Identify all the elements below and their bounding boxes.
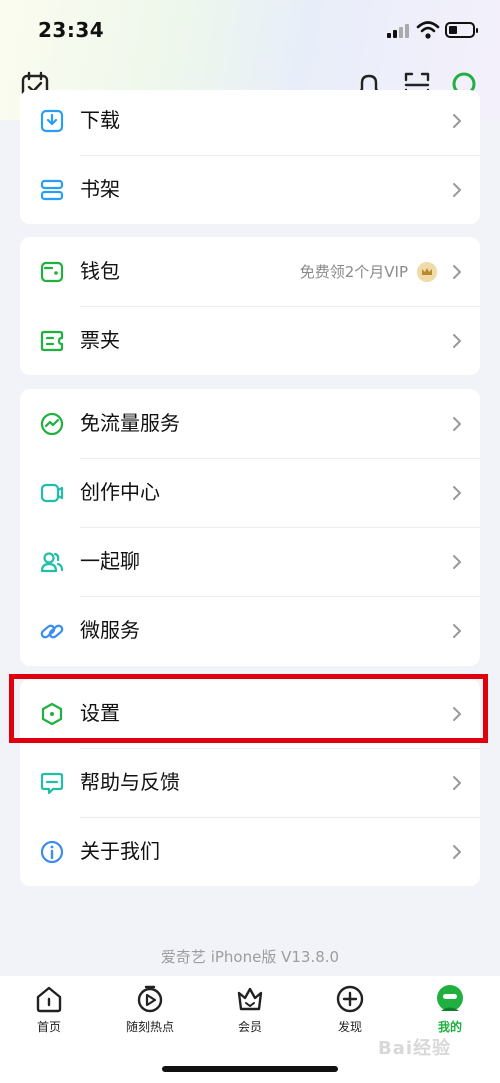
menu-item-chat-together[interactable]: 一起聊 <box>20 527 480 596</box>
chevron-right-icon <box>453 776 461 790</box>
menu-item-bookshelf[interactable]: 书架 <box>20 155 480 224</box>
tab-hot-topics[interactable]: 随刻热点 <box>105 984 195 1044</box>
menu-item-label: 免流量服务 <box>80 411 180 435</box>
menu-item-label: 一起聊 <box>80 549 140 573</box>
ticket-icon <box>40 330 64 352</box>
wallet-icon <box>40 261 64 283</box>
app-version-text: 爱奇艺 iPhone版 V13.8.0 <box>160 948 340 966</box>
discover-plus-icon <box>336 985 364 1013</box>
settings-highlight-box <box>9 674 488 743</box>
menu-item-label: 票夹 <box>80 328 120 352</box>
chevron-right-icon <box>453 183 461 197</box>
crown-badge-icon <box>417 262 437 282</box>
menu-item-about-us[interactable]: 关于我们 <box>20 817 480 886</box>
chevron-right-icon <box>453 417 461 431</box>
tab-label: 首页 <box>36 1020 61 1034</box>
chevron-right-icon <box>453 624 461 638</box>
bookshelf-icon <box>40 179 64 201</box>
chevron-right-icon <box>453 334 461 348</box>
menu-item-label: 钱包 <box>80 259 120 283</box>
tab-home[interactable]: 首页 <box>4 984 94 1044</box>
menu-item-download[interactable]: 下载 <box>20 90 480 155</box>
signal-icon <box>387 24 411 38</box>
menu-item-label: 书架 <box>80 177 120 201</box>
tab-vip[interactable]: 会员 <box>205 984 295 1044</box>
chevron-right-icon <box>453 555 461 569</box>
menu-group-1: 下载 书架 <box>20 90 480 224</box>
home-indicator <box>162 1066 338 1072</box>
data-free-icon <box>40 412 64 436</box>
wifi-icon <box>416 21 440 39</box>
status-bar: 23:34 <box>0 0 500 60</box>
menu-item-label: 微服务 <box>80 618 140 642</box>
profile-icon <box>437 985 463 1011</box>
tab-label: 我的 <box>437 1020 462 1034</box>
menu-group-2: 钱包 免费领2个月VIP 票夹 <box>20 237 480 375</box>
chevron-right-icon <box>453 114 461 128</box>
info-icon <box>40 840 64 864</box>
download-icon <box>40 109 64 133</box>
menu-item-data-free[interactable]: 免流量服务 <box>20 389 480 458</box>
play-clock-icon <box>137 985 163 1013</box>
menu-item-label: 创作中心 <box>80 480 160 504</box>
chat-people-icon <box>40 552 64 573</box>
menu-item-label: 帮助与反馈 <box>80 770 180 794</box>
chevron-right-icon <box>453 845 461 859</box>
battery-icon <box>445 22 478 38</box>
vip-crown-icon <box>237 987 263 1011</box>
home-icon <box>36 986 62 1013</box>
status-time: 23:34 <box>38 18 105 42</box>
menu-item-ticket[interactable]: 票夹 <box>20 306 480 375</box>
watermark-text: Bai经验 <box>378 1038 452 1059</box>
menu-item-help-feedback[interactable]: 帮助与反馈 <box>20 748 480 817</box>
chevron-right-icon <box>453 486 461 500</box>
creation-icon <box>40 483 64 503</box>
vip-promo-text[interactable]: 免费领2个月VIP <box>300 262 408 282</box>
menu-item-label: 下载 <box>80 108 120 132</box>
tab-label: 发现 <box>337 1020 362 1034</box>
tab-label: 会员 <box>237 1020 262 1034</box>
chevron-right-icon <box>453 265 461 279</box>
menu-item-micro-service[interactable]: 微服务 <box>20 596 480 665</box>
menu-item-creation-center[interactable]: 创作中心 <box>20 458 480 527</box>
menu-item-label: 关于我们 <box>80 839 160 863</box>
micro-service-icon <box>40 624 64 639</box>
menu-item-wallet[interactable]: 钱包 免费领2个月VIP <box>20 237 480 306</box>
tab-label: 随刻热点 <box>125 1020 174 1034</box>
help-feedback-icon <box>40 772 64 795</box>
menu-group-3: 免流量服务 创作中心 一起聊 微服务 <box>20 389 480 666</box>
